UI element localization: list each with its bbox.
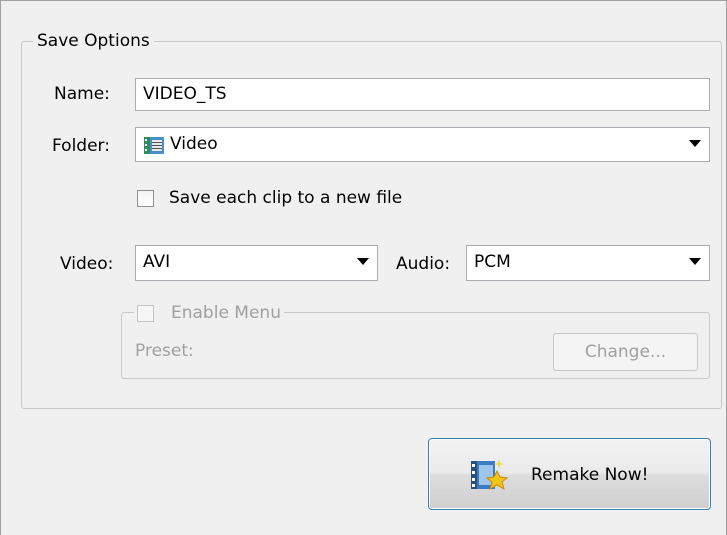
video-label: Video:	[60, 254, 114, 274]
film-folder-icon	[144, 137, 164, 154]
video-format-value: AVI	[143, 252, 171, 272]
folder-label: Folder:	[52, 136, 110, 156]
change-preset-button[interactable]: Change...	[553, 333, 698, 371]
enable-menu-checkbox[interactable]	[137, 304, 154, 322]
window-border-top	[0, 0, 727, 1]
folder-dropdown[interactable]: Video	[135, 127, 710, 162]
video-format-dropdown[interactable]: AVI	[135, 245, 378, 281]
name-label: Name:	[54, 84, 110, 104]
audio-label: Audio:	[396, 254, 451, 274]
chevron-down-icon	[689, 258, 701, 265]
remake-now-button[interactable]: Remake Now!	[428, 438, 711, 510]
save-each-clip-checkbox[interactable]	[137, 190, 154, 207]
save-options-title: Save Options	[33, 31, 154, 51]
folder-value: Video	[170, 134, 218, 154]
chevron-down-icon	[689, 140, 701, 147]
save-each-clip-label: Save each clip to a new file	[169, 188, 403, 208]
save-options-panel: Save Options Name: VIDEO_TS Folder: Vide…	[0, 0, 727, 535]
name-input[interactable]: VIDEO_TS	[135, 78, 710, 111]
chevron-down-icon	[357, 258, 369, 265]
window-border-left	[0, 0, 1, 535]
remake-now-label: Remake Now!	[531, 465, 649, 485]
enable-menu-label: Enable Menu	[171, 303, 281, 323]
menu-groupbox-header: Enable Menu	[134, 302, 284, 324]
audio-format-dropdown[interactable]: PCM	[466, 245, 710, 281]
preset-label: Preset:	[135, 341, 194, 361]
film-sparkle-icon	[471, 459, 509, 491]
audio-format-value: PCM	[474, 252, 511, 272]
